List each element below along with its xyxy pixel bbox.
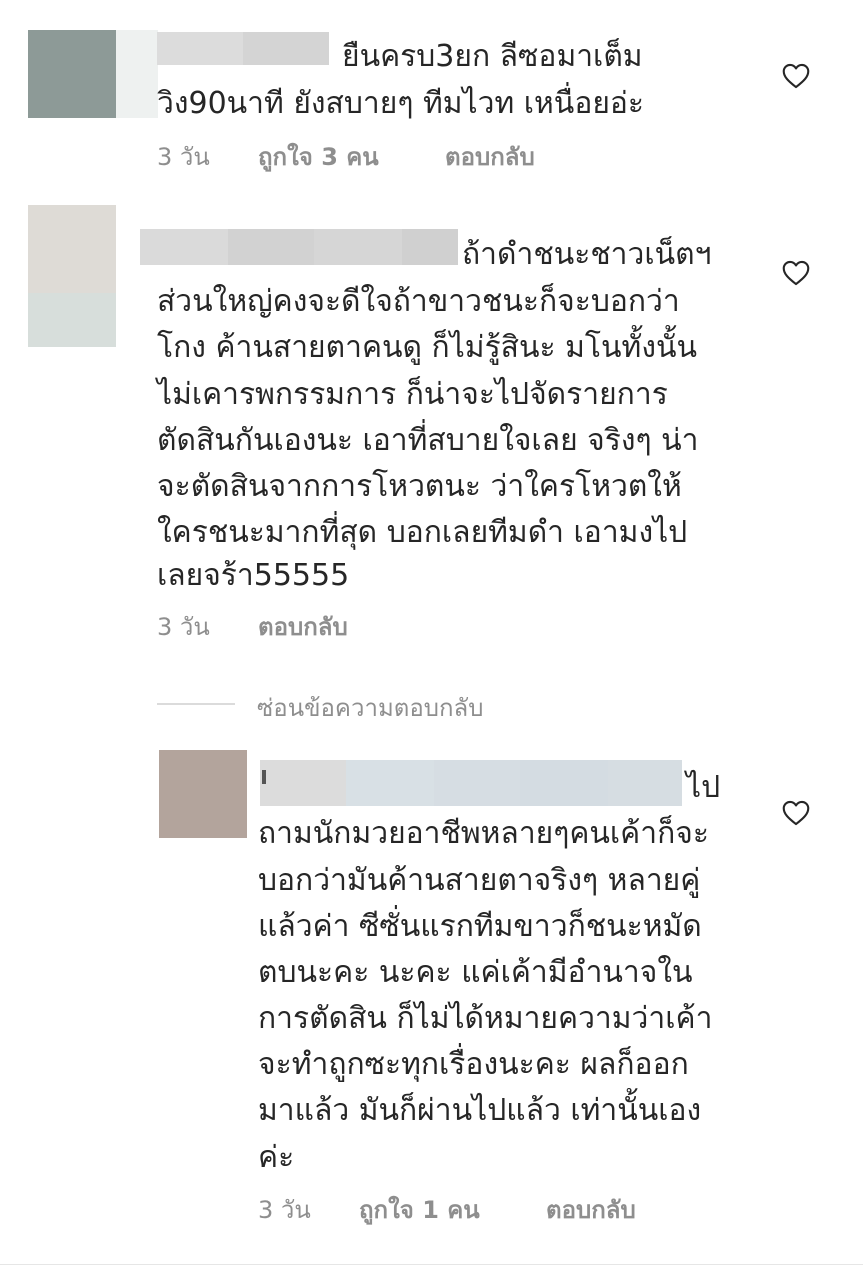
redacted-username <box>434 760 520 806</box>
comment-time: 3 วัน <box>157 143 210 171</box>
heart-outline-icon[interactable] <box>782 800 810 826</box>
heart-outline-icon[interactable] <box>782 260 810 286</box>
comment-text-line: ถามนักมวยอาชีพหลายๆคนเค้าก็จะ <box>258 816 709 851</box>
redacted-username <box>228 229 314 265</box>
comment-time: 3 วัน <box>258 1196 311 1224</box>
hide-replies-button[interactable]: ซ่อนข้อความตอบกลับ <box>257 688 483 727</box>
redacted-username <box>157 32 243 65</box>
avatar-blur-block <box>28 293 116 347</box>
divider <box>0 1264 863 1265</box>
avatar-blur-block <box>28 30 116 118</box>
avatar-blur-block <box>116 30 158 118</box>
comment-time: 3 วัน <box>157 613 210 641</box>
comment-text-line: จะตัดสินจากการโหวตนะ ว่าใครโหวตให้ <box>157 469 682 504</box>
comment-text-line: บอกว่ามันค้านสายตาจริงๆ หลายคู่ <box>258 863 701 898</box>
hide-replies-divider <box>157 703 235 705</box>
avatar[interactable] <box>28 30 158 200</box>
comment-text-line: เลยจร้า55555 <box>157 558 350 593</box>
redacted-username <box>243 32 329 65</box>
comment-text-line: ไม่เคารพกรรมการ ก็น่าจะไปจัดรายการ <box>157 377 668 412</box>
redacted-username <box>140 229 228 265</box>
avatar-blur-block <box>28 205 116 293</box>
comment-text-line: ไป <box>686 770 721 805</box>
likes-count[interactable]: ถูกใจ 3 คน <box>258 137 379 176</box>
heart-outline-icon[interactable] <box>782 63 810 89</box>
reply-button[interactable]: ตอบกลับ <box>445 137 535 176</box>
comment-text-line: ค่ะ <box>258 1140 295 1175</box>
comment-text-line: การตัดสิน ก็ไม่ได้หมายความว่าเค้า <box>258 1001 713 1036</box>
avatar[interactable] <box>159 750 247 838</box>
redacted-username <box>314 229 402 265</box>
comment-text-line: ตบนะคะ นะคะ แค่เค้ามีอำนาจใน <box>258 955 693 990</box>
redacted-username <box>262 770 266 784</box>
comment-text-line: ยืนครบ3ยก ลีซอมาเต็ม <box>342 39 643 74</box>
comment-text-line: ตัดสินกันเองนะ เอาที่สบายใจเลย จริงๆ น่า <box>157 423 699 458</box>
comment-text-line: แล้วค่า ซีซั่นแรกทีมขาวก็ชนะหมัด <box>258 909 702 944</box>
redacted-username <box>260 760 346 806</box>
redacted-username <box>346 760 434 806</box>
redacted-username <box>520 760 608 806</box>
likes-count[interactable]: ถูกใจ 1 คน <box>359 1190 480 1229</box>
reply-button[interactable]: ตอบกลับ <box>546 1190 636 1229</box>
redacted-username <box>608 760 682 806</box>
reply-button[interactable]: ตอบกลับ <box>258 607 348 646</box>
comment-text-line: โกง ค้านสายตาคนดู ก็ไม่รู้สินะ มโนทั้งนั… <box>157 330 697 365</box>
redacted-username <box>402 229 458 265</box>
avatar[interactable] <box>28 205 116 347</box>
comment-text-line: วิง90นาที ยังสบายๆ ทีมไวท เหนื่อยอ่ะ <box>157 86 645 121</box>
comment-text-line: ส่วนใหญ่คงจะดีใจถ้าขาวชนะก็จะบอกว่า <box>157 284 680 319</box>
comment-text-line: จะทำถูกซะทุกเรื่องนะคะ ผลก็ออก <box>258 1047 689 1082</box>
comment-text-line: ถ้าดำชนะชาวเน็ตฯ <box>462 237 712 272</box>
comment-text-line: ใครชนะมากที่สุด บอกเลยทีมดำ เอามงไป <box>157 515 688 550</box>
comment-text-line: มาแล้ว มันก็ผ่านไปแล้ว เท่านั้นเอง <box>258 1093 702 1128</box>
